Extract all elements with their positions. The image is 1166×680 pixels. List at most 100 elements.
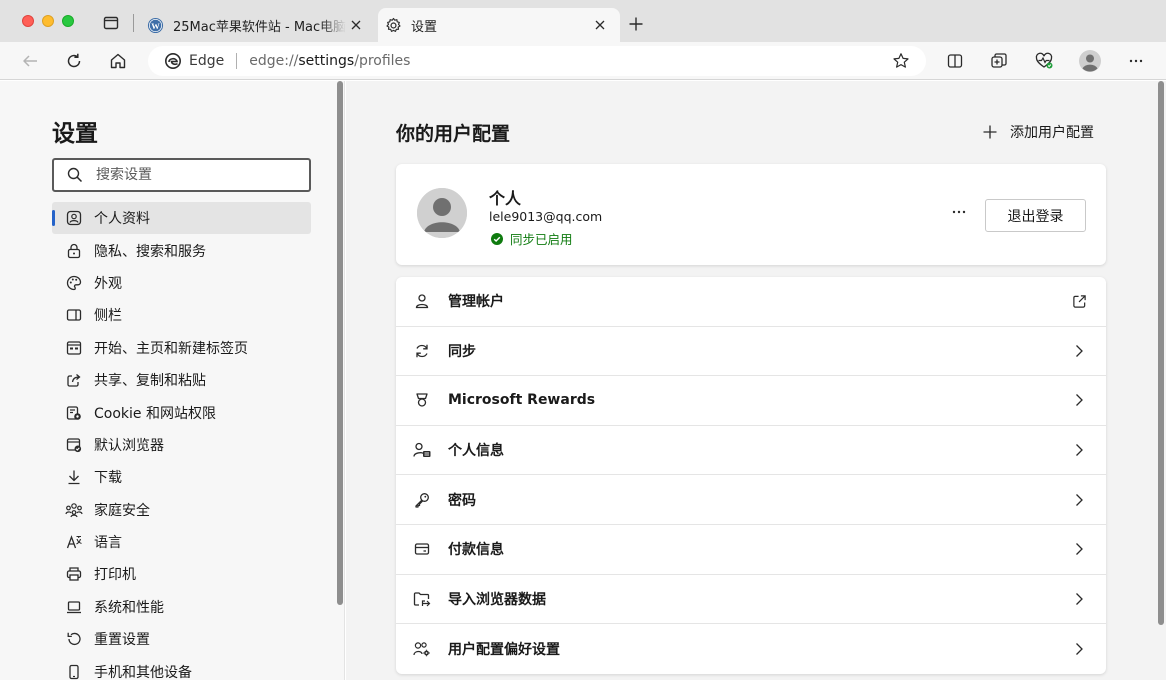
collections-button[interactable] xyxy=(987,49,1011,73)
heart-pulse-icon xyxy=(1035,52,1053,69)
profile-settings-list: 管理帐户 同步 Microsoft Rewards 个人信息 密码 付款信息 导… xyxy=(396,277,1106,674)
row-label: 个人信息 xyxy=(448,443,504,460)
row-label: Microsoft Rewards xyxy=(448,392,596,409)
more-horizontal-icon xyxy=(952,210,966,214)
chevron-right-icon xyxy=(1071,442,1087,458)
sidebar-item-phone-devices[interactable]: 手机和其他设备 xyxy=(52,655,311,680)
close-icon[interactable] xyxy=(590,15,610,35)
sidebar-item-system[interactable]: 系统和性能 xyxy=(52,591,311,623)
sync-status-label: 同步已启用 xyxy=(510,232,573,247)
credit-card-icon xyxy=(413,540,431,558)
sidebar-scrollbar[interactable] xyxy=(337,81,343,605)
chevron-right-icon xyxy=(1071,591,1087,607)
sidebar-item-start-home[interactable]: 开始、主页和新建标签页 xyxy=(52,332,311,364)
chevron-right-icon xyxy=(1071,343,1087,359)
sidebar-item-label: 默认浏览器 xyxy=(94,437,164,454)
zoom-window-button[interactable] xyxy=(62,15,74,27)
svg-text:W: W xyxy=(151,20,160,30)
sidebar-item-label: 下载 xyxy=(94,470,122,487)
settings-main: 你的用户配置 添加用户配置 个人 lele9013@qq.com 同步已启用 退… xyxy=(346,81,1166,680)
close-icon[interactable] xyxy=(346,15,366,35)
sidebar-item-default-browser[interactable]: 默认浏览器 xyxy=(52,429,311,461)
edge-label: Edge xyxy=(189,53,225,69)
lock-icon xyxy=(65,242,83,260)
home-icon xyxy=(110,53,126,69)
row-import-browser-data[interactable]: 导入浏览器数据 xyxy=(396,575,1106,625)
account-icon xyxy=(413,292,431,310)
more-horizontal-icon xyxy=(1129,59,1143,63)
sidebar-item-label: Cookie 和网站权限 xyxy=(94,405,216,422)
refresh-icon xyxy=(67,53,81,68)
home-button[interactable] xyxy=(106,49,130,73)
sidebar-item-label: 侧栏 xyxy=(94,308,122,325)
sidebar-item-label: 重置设置 xyxy=(94,632,150,649)
sidebar-item-share-copy-paste[interactable]: 共享、复制和粘贴 xyxy=(52,364,311,396)
profile-avatar-button[interactable] xyxy=(1078,49,1102,73)
sidebar-nav: 个人资料 隐私、搜索和服务 外观 侧栏 开始、主页和新建标签页 共享、复制和粘贴… xyxy=(52,202,311,680)
refresh-button[interactable] xyxy=(62,49,86,73)
import-icon xyxy=(413,590,431,608)
sign-out-button[interactable]: 退出登录 xyxy=(985,199,1086,232)
tab-25mac[interactable]: W 25Mac苹果软件站 - Mac电脑上 xyxy=(140,8,376,42)
sidebar-item-privacy[interactable]: 隐私、搜索和服务 xyxy=(52,234,311,266)
chevron-right-icon xyxy=(1071,492,1087,508)
download-icon xyxy=(65,468,83,486)
sidebar-item-label: 隐私、搜索和服务 xyxy=(94,243,206,260)
tab-strip: W 25Mac苹果软件站 - Mac电脑上 设置 xyxy=(0,0,1166,42)
address-bar[interactable]: Edge edge://settings/profiles xyxy=(148,46,926,76)
row-label: 同步 xyxy=(448,343,476,360)
row-label: 管理帐户 xyxy=(448,294,504,311)
row-label: 用户配置偏好设置 xyxy=(448,641,560,658)
split-screen-button[interactable] xyxy=(943,49,967,73)
sidebar-item-profiles[interactable]: 个人资料 xyxy=(52,202,311,235)
close-window-button[interactable] xyxy=(22,15,34,27)
add-profile-button[interactable]: 添加用户配置 xyxy=(982,121,1094,143)
sidebar-item-family-safety[interactable]: 家庭安全 xyxy=(52,494,311,526)
url-host: settings xyxy=(298,53,355,69)
browser-essentials-button[interactable] xyxy=(1032,49,1056,73)
search-icon xyxy=(67,167,83,183)
sidebar-item-label: 手机和其他设备 xyxy=(94,664,192,680)
sidebar-item-sidebar[interactable]: 侧栏 xyxy=(52,299,311,331)
main-scrollbar[interactable] xyxy=(1158,81,1164,625)
printer-icon xyxy=(65,565,83,583)
sidebar-item-printers[interactable]: 打印机 xyxy=(52,558,311,590)
row-profile-preferences[interactable]: 用户配置偏好设置 xyxy=(396,624,1106,674)
profile-card: 个人 lele9013@qq.com 同步已启用 退出登录 xyxy=(396,164,1106,265)
sidebar-item-label: 外观 xyxy=(94,275,122,292)
tab-settings[interactable]: 设置 xyxy=(378,8,620,42)
profile-more-button[interactable] xyxy=(949,202,969,222)
sidebar-item-label: 系统和性能 xyxy=(94,599,164,616)
share-icon xyxy=(65,371,83,389)
reset-icon xyxy=(65,630,83,648)
plus-icon xyxy=(983,125,997,139)
favorite-star-icon[interactable] xyxy=(892,52,910,70)
tab-actions-icon[interactable] xyxy=(100,12,122,34)
sidebar-item-languages[interactable]: 语言 xyxy=(52,526,311,558)
row-personal-info[interactable]: 个人信息 xyxy=(396,426,1106,476)
tab-title: 25Mac苹果软件站 - Mac电脑上 xyxy=(173,19,346,35)
row-manage-account[interactable]: 管理帐户 xyxy=(396,277,1106,327)
search-settings-box[interactable] xyxy=(52,158,311,192)
row-microsoft-rewards[interactable]: Microsoft Rewards xyxy=(396,376,1106,426)
family-icon xyxy=(65,501,83,519)
more-menu-button[interactable] xyxy=(1124,49,1148,73)
row-passwords[interactable]: 密码 xyxy=(396,475,1106,525)
site-permissions-icon xyxy=(65,404,83,422)
sidebar-item-appearance[interactable]: 外观 xyxy=(52,267,311,299)
external-link-icon xyxy=(1071,293,1087,309)
sidebar-item-cookies[interactable]: Cookie 和网站权限 xyxy=(52,396,311,428)
home-page-icon xyxy=(65,339,83,357)
sidebar-item-label: 开始、主页和新建标签页 xyxy=(94,340,248,357)
sidebar-item-reset[interactable]: 重置设置 xyxy=(52,623,311,655)
search-input[interactable] xyxy=(96,167,286,183)
new-tab-button[interactable] xyxy=(625,13,647,35)
chevron-right-icon xyxy=(1071,541,1087,557)
row-payment-info[interactable]: 付款信息 xyxy=(396,525,1106,575)
minimize-window-button[interactable] xyxy=(42,15,54,27)
back-button[interactable] xyxy=(18,49,42,73)
row-sync[interactable]: 同步 xyxy=(396,327,1106,377)
sidebar-title: 设置 xyxy=(52,121,98,147)
row-label: 导入浏览器数据 xyxy=(448,591,546,608)
sidebar-item-downloads[interactable]: 下载 xyxy=(52,461,311,493)
